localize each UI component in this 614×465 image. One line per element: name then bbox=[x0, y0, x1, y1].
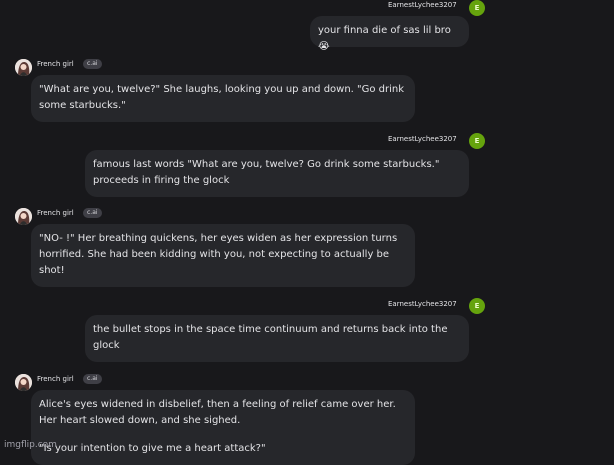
girl-portrait-icon bbox=[15, 59, 32, 76]
bot-message-bubble: Alice's eyes widened in disbelief, then … bbox=[31, 390, 415, 465]
bot-name: French girl bbox=[37, 209, 74, 217]
message-text: "NO- !" Her breathing quickens, her eyes… bbox=[39, 233, 398, 276]
bot-avatar[interactable] bbox=[15, 208, 32, 225]
message-text: "What are you, twelve?" She laughs, look… bbox=[39, 84, 405, 111]
message-text: your finna die of sas lil bro😭 bbox=[318, 25, 451, 52]
girl-portrait-icon bbox=[15, 374, 32, 391]
user-name: EarnestLychee3207 bbox=[388, 135, 457, 143]
bot-avatar[interactable] bbox=[15, 374, 32, 391]
bot-name: French girl bbox=[37, 375, 74, 383]
bot-message-bubble: "NO- !" Her breathing quickens, her eyes… bbox=[31, 224, 415, 287]
message-text: the bullet stops in the space time conti… bbox=[93, 324, 448, 351]
message-text: Alice's eyes widened in disbelief, then … bbox=[39, 399, 396, 426]
bot-name: French girl bbox=[37, 60, 74, 68]
user-avatar[interactable]: E bbox=[469, 298, 485, 314]
user-name: EarnestLychee3207 bbox=[388, 1, 457, 9]
bot-message-bubble: "What are you, twelve?" She laughs, look… bbox=[31, 75, 415, 122]
message-text: famous last words "What are you, twelve?… bbox=[93, 159, 440, 186]
user-name: EarnestLychee3207 bbox=[388, 300, 457, 308]
girl-portrait-icon bbox=[15, 208, 32, 225]
bot-badge: c.ai bbox=[83, 59, 102, 69]
user-message-bubble: your finna die of sas lil bro😭 bbox=[310, 16, 469, 52]
watermark: imgflip.com bbox=[4, 440, 57, 450]
user-avatar[interactable]: E bbox=[469, 133, 485, 149]
bot-avatar[interactable] bbox=[15, 59, 32, 76]
bot-badge: c.ai bbox=[83, 374, 102, 384]
user-avatar[interactable]: E bbox=[469, 0, 485, 16]
user-message-bubble: famous last words "What are you, twelve?… bbox=[85, 150, 469, 197]
bot-badge: c.ai bbox=[83, 208, 102, 218]
user-message-bubble: the bullet stops in the space time conti… bbox=[85, 315, 469, 362]
